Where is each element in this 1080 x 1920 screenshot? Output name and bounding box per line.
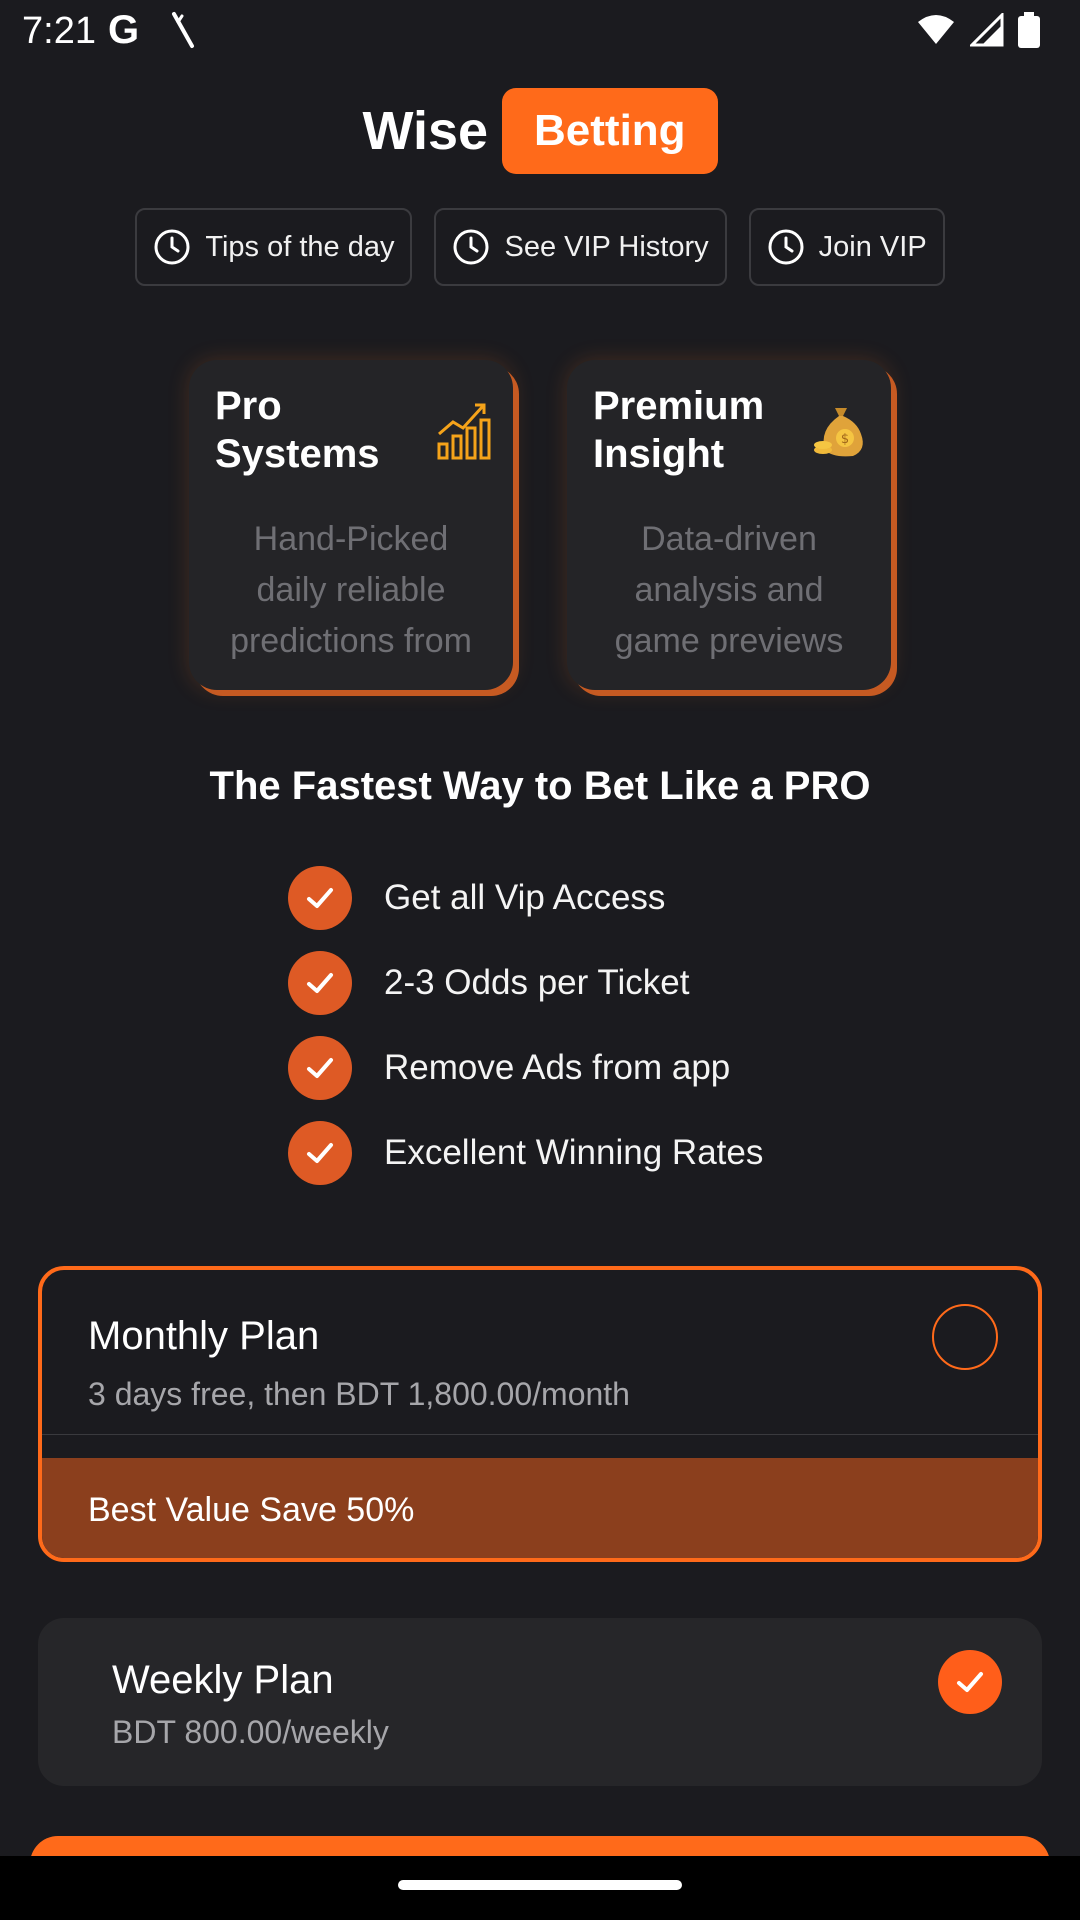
headline: The Fastest Way to Bet Like a PRO xyxy=(209,764,871,808)
tools-icon xyxy=(172,12,194,48)
clock-icon xyxy=(154,229,190,265)
check-icon xyxy=(957,1672,983,1692)
benefit-item: Get all Vip Access xyxy=(288,866,763,930)
clock-icon xyxy=(453,229,489,265)
clock-icon xyxy=(768,229,804,265)
monthly-plan-radio[interactable] xyxy=(932,1304,998,1370)
tips-of-the-day-label: Tips of the day xyxy=(205,230,395,263)
feature-description: Data-driven analysis and game previews xyxy=(614,520,844,660)
app-logo: Wise Betting xyxy=(0,88,1080,174)
join-vip-label: Join VIP xyxy=(818,230,927,263)
brand-wise: Wise xyxy=(362,101,489,161)
plan-title: Weekly Plan xyxy=(112,1658,334,1702)
battery-icon xyxy=(1018,12,1040,48)
benefit-text: Remove Ads from app xyxy=(384,1048,731,1087)
chart-growth-icon xyxy=(437,403,491,460)
plan-subtitle: 3 days free, then BDT 1,800.00/month xyxy=(88,1376,630,1412)
benefit-item: Excellent Winning Rates xyxy=(288,1121,763,1185)
money-bag-icon: $ xyxy=(814,408,863,457)
brand-betting-badge: Betting xyxy=(502,88,718,174)
monthly-plan-option[interactable]: Monthly Plan 3 days free, then BDT 1,800… xyxy=(38,1266,1042,1562)
feature-title: Premium Insight xyxy=(593,384,765,476)
plan-subtitle: BDT 800.00/weekly xyxy=(112,1714,389,1750)
see-vip-history-button[interactable]: See VIP History xyxy=(434,208,727,286)
divider xyxy=(42,1434,1038,1435)
wifi-icon xyxy=(918,15,954,44)
google-icon: G xyxy=(108,8,140,52)
status-icons xyxy=(916,12,1040,48)
see-vip-history-label: See VIP History xyxy=(504,230,709,263)
top-nav: Tips of the day See VIP History Join VIP xyxy=(0,208,1080,286)
best-value-banner: Best Value Save 50% xyxy=(42,1458,1038,1558)
check-icon xyxy=(288,866,352,930)
weekly-plan-option[interactable]: Weekly Plan BDT 800.00/weekly xyxy=(38,1618,1042,1786)
feature-title: Pro Systems xyxy=(215,384,380,476)
status-time: 7:21 xyxy=(22,10,96,52)
home-indicator[interactable] xyxy=(398,1880,682,1890)
plan-title: Monthly Plan xyxy=(88,1314,320,1358)
benefit-item: Remove Ads from app xyxy=(288,1036,763,1100)
status-bar: 7:21 G xyxy=(0,0,1080,64)
feature-description: Hand-Picked daily reliable predictions f… xyxy=(230,520,472,660)
benefit-text: 2-3 Odds per Ticket xyxy=(384,963,690,1002)
benefits-list: Get all Vip Access 2-3 Odds per Ticket R… xyxy=(288,866,763,1206)
feature-cards: Pro Systems Hand-Picked daily reliable p… xyxy=(0,360,1080,690)
feature-card-premium-insight: Premium Insight $ Data-driven analysis a… xyxy=(567,360,891,690)
svg-text:$: $ xyxy=(841,432,849,447)
tips-of-the-day-button[interactable]: Tips of the day xyxy=(135,208,413,286)
benefit-text: Get all Vip Access xyxy=(384,878,666,917)
signal-icon xyxy=(970,13,1004,47)
feature-card-pro-systems: Pro Systems Hand-Picked daily reliable p… xyxy=(189,360,513,690)
weekly-plan-radio-checked[interactable] xyxy=(938,1650,1002,1714)
benefit-text: Excellent Winning Rates xyxy=(384,1133,764,1172)
check-icon xyxy=(288,1121,352,1185)
join-vip-button[interactable]: Join VIP xyxy=(748,208,945,286)
check-icon xyxy=(288,951,352,1015)
best-value-text: Best Value Save 50% xyxy=(88,1490,415,1529)
check-icon xyxy=(288,1036,352,1100)
benefit-item: 2-3 Odds per Ticket xyxy=(288,951,763,1015)
